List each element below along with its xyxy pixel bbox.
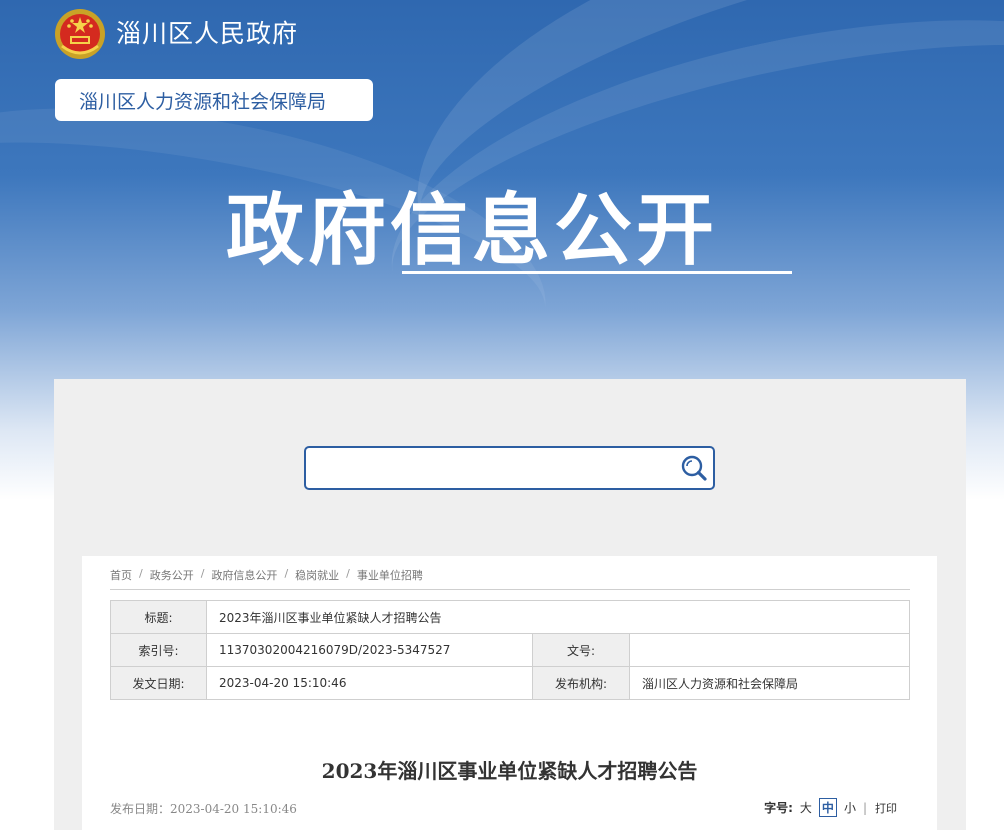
title-value: 2023年淄川区事业单位紧缺人才招聘公告 xyxy=(206,600,910,634)
department-name[interactable]: 淄川区人力资源和社会保障局 xyxy=(55,79,373,121)
separator: | xyxy=(862,800,867,815)
document-meta-table: 标题: 2023年淄川区事业单位紧缺人才招聘公告 索引号: 1137030200… xyxy=(110,600,910,700)
org-value: 淄川区人力资源和社会保障局 xyxy=(629,666,910,700)
publish-date: 发布日期：2023-04-20 15:10:46 xyxy=(110,802,297,816)
breadcrumb: 首页 / 政务公开 / 政府信息公开 / 稳岗就业 / 事业单位招聘 xyxy=(110,567,423,583)
article-title: 2023年淄川区事业单位紧缺人才招聘公告 xyxy=(321,759,698,783)
national-emblem-icon[interactable] xyxy=(52,6,108,62)
section-title: 政府信息公开 xyxy=(226,186,719,276)
table-row: 标题: 2023年淄川区事业单位紧缺人才招聘公告 xyxy=(110,600,910,634)
breadcrumb-separator: / xyxy=(284,567,289,580)
org-label: 发布机构: xyxy=(532,666,630,700)
title-label: 标题: xyxy=(110,600,207,634)
font-size-tools: 字号: 大 中 小 | 打印 xyxy=(764,798,897,817)
date-value: 2023-04-20 15:10:46 xyxy=(206,666,533,700)
table-row: 发文日期: 2023-04-20 15:10:46 发布机构: 淄川区人力资源和… xyxy=(110,666,910,700)
title-underline xyxy=(402,271,792,274)
search-icon[interactable] xyxy=(677,452,711,484)
breadcrumb-separator: / xyxy=(346,567,350,580)
search-input[interactable] xyxy=(314,454,674,482)
index-label: 索引号: xyxy=(110,633,207,667)
article-content: 首页 / 政务公开 / 政府信息公开 / 稳岗就业 / 事业单位招聘 标题: 2… xyxy=(82,556,937,830)
breadcrumb-employment[interactable]: 稳岗就业 xyxy=(295,567,339,583)
font-size-small-button[interactable]: 小 xyxy=(841,799,859,816)
index-value: 11370302004216079D/2023-5347527 xyxy=(206,633,533,667)
table-row: 索引号: 11370302004216079D/2023-5347527 文号: xyxy=(110,633,910,667)
search-box xyxy=(304,446,715,490)
font-size-label: 字号: xyxy=(764,801,793,815)
breadcrumb-divider xyxy=(110,589,910,590)
docno-value xyxy=(629,633,910,667)
breadcrumb-info-disclosure[interactable]: 政府信息公开 xyxy=(211,567,277,583)
print-button[interactable]: 打印 xyxy=(875,800,897,816)
site-name[interactable]: 淄川区人民政府 xyxy=(116,14,298,50)
font-size-large-button[interactable]: 大 xyxy=(797,799,815,816)
font-size-medium-button[interactable]: 中 xyxy=(818,798,837,817)
docno-label: 文号: xyxy=(532,633,630,667)
breadcrumb-separator: / xyxy=(139,567,143,580)
breadcrumb-separator: / xyxy=(200,567,205,580)
date-label: 发文日期: xyxy=(110,666,207,700)
breadcrumb-home[interactable]: 首页 xyxy=(110,567,132,583)
breadcrumb-affairs[interactable]: 政务公开 xyxy=(150,567,194,583)
breadcrumb-recruitment[interactable]: 事业单位招聘 xyxy=(357,567,423,583)
